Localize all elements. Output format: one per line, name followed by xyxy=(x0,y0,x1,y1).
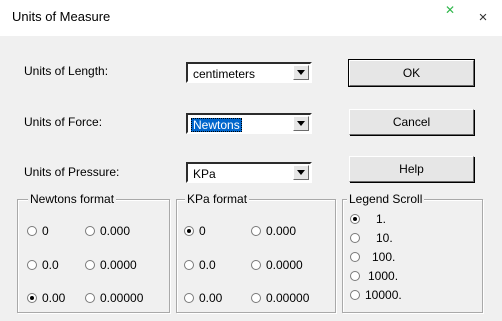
legend-scroll-option-1000[interactable]: 1000. xyxy=(350,269,398,283)
radio-label: 1. xyxy=(376,212,387,226)
title-bar: Units of Measure ✕ × xyxy=(0,0,502,36)
legend-scroll-option-100[interactable]: 100. xyxy=(350,250,395,264)
radio-label: 100. xyxy=(372,250,396,264)
force-select[interactable]: Newtons xyxy=(186,113,312,134)
radio-label: 0.00000 xyxy=(100,291,144,305)
cancel-button[interactable]: Cancel xyxy=(349,109,474,135)
radio-selected-icon xyxy=(27,293,37,303)
pressure-select[interactable]: KPa xyxy=(186,162,312,183)
radio-icon xyxy=(350,252,360,262)
newtons-option-0.0000[interactable]: 0.0000 xyxy=(85,258,137,272)
legend-scroll-title: Legend Scroll xyxy=(347,192,425,206)
radio-icon xyxy=(27,260,37,270)
radio-icon xyxy=(251,226,261,236)
radio-label: 0.000 xyxy=(266,224,297,238)
kpa-option-0.0000[interactable]: 0.0000 xyxy=(251,258,303,272)
newtons-option-0.000[interactable]: 0.000 xyxy=(85,224,130,238)
kpa-option-0.000[interactable]: 0.000 xyxy=(251,224,296,238)
kpa-option-0.00[interactable]: 0.00 xyxy=(184,291,222,305)
kpa-format-title: KPa format xyxy=(185,192,250,206)
radio-label: 1000. xyxy=(368,269,399,283)
kpa-option-0[interactable]: 0 xyxy=(184,224,206,238)
radio-icon xyxy=(85,293,95,303)
radio-label: 0.0 xyxy=(42,258,59,272)
legend-scroll-option-10000[interactable]: 10000. xyxy=(350,288,402,302)
radio-label: 10. xyxy=(376,231,393,245)
legend-scroll-group: Legend Scroll 1. 10. 100. 1000. 10000. xyxy=(342,192,483,313)
radio-icon xyxy=(184,293,194,303)
kpa-option-0.00000[interactable]: 0.00000 xyxy=(251,291,309,305)
newtons-format-group: Newtons format 0 0.000 0.0 0.0000 0.00 0… xyxy=(17,192,170,313)
background-close-mark: ✕ xyxy=(445,3,456,17)
radio-icon xyxy=(27,226,37,236)
pressure-value: KPa xyxy=(193,167,216,181)
radio-label: 0.0000 xyxy=(266,258,303,272)
window-title: Units of Measure xyxy=(12,9,111,24)
newtons-format-title: Newtons format xyxy=(28,192,117,206)
chevron-down-icon[interactable] xyxy=(293,116,309,131)
radio-label: 0.00000 xyxy=(266,291,310,305)
radio-label: 0.00 xyxy=(199,291,223,305)
length-select[interactable]: centimeters xyxy=(186,62,312,83)
radio-icon xyxy=(85,226,95,236)
radio-icon xyxy=(85,260,95,270)
newtons-option-0.00[interactable]: 0.00 xyxy=(27,291,65,305)
kpa-option-0.0[interactable]: 0.0 xyxy=(184,258,216,272)
radio-label: 0 xyxy=(42,224,49,238)
force-value: Newtons xyxy=(191,118,242,132)
radio-label: 0.0 xyxy=(199,258,216,272)
length-value: centimeters xyxy=(193,67,256,81)
radio-icon xyxy=(184,260,194,270)
radio-icon xyxy=(350,290,360,300)
radio-label: 0.00 xyxy=(42,291,66,305)
radio-icon xyxy=(251,260,261,270)
ok-button[interactable]: OK xyxy=(348,59,475,87)
newtons-option-0.00000[interactable]: 0.00000 xyxy=(85,291,143,305)
legend-scroll-option-1[interactable]: 1. xyxy=(350,212,386,226)
radio-selected-icon xyxy=(184,226,194,236)
radio-icon xyxy=(251,293,261,303)
help-button[interactable]: Help xyxy=(349,156,474,182)
radio-label: 0.000 xyxy=(100,224,131,238)
dialog-client-area: Units of Length: Units of Force: Units o… xyxy=(0,36,502,321)
force-label: Units of Force: xyxy=(24,115,103,129)
radio-icon xyxy=(350,271,360,281)
radio-label: 10000. xyxy=(365,288,402,302)
radio-icon xyxy=(350,233,360,243)
kpa-format-group: KPa format 0 0.000 0.0 0.0000 0.00 0.000… xyxy=(176,192,336,313)
radio-label: 0 xyxy=(199,224,206,238)
radio-selected-icon xyxy=(350,214,360,224)
close-icon[interactable]: × xyxy=(470,5,496,31)
length-label: Units of Length: xyxy=(24,64,109,78)
radio-label: 0.0000 xyxy=(100,258,137,272)
pressure-label: Units of Pressure: xyxy=(24,165,120,179)
chevron-down-icon[interactable] xyxy=(293,65,309,80)
newtons-option-0[interactable]: 0 xyxy=(27,224,49,238)
legend-scroll-option-10[interactable]: 10. xyxy=(350,231,393,245)
newtons-option-0.0[interactable]: 0.0 xyxy=(27,258,59,272)
chevron-down-icon[interactable] xyxy=(293,165,309,180)
